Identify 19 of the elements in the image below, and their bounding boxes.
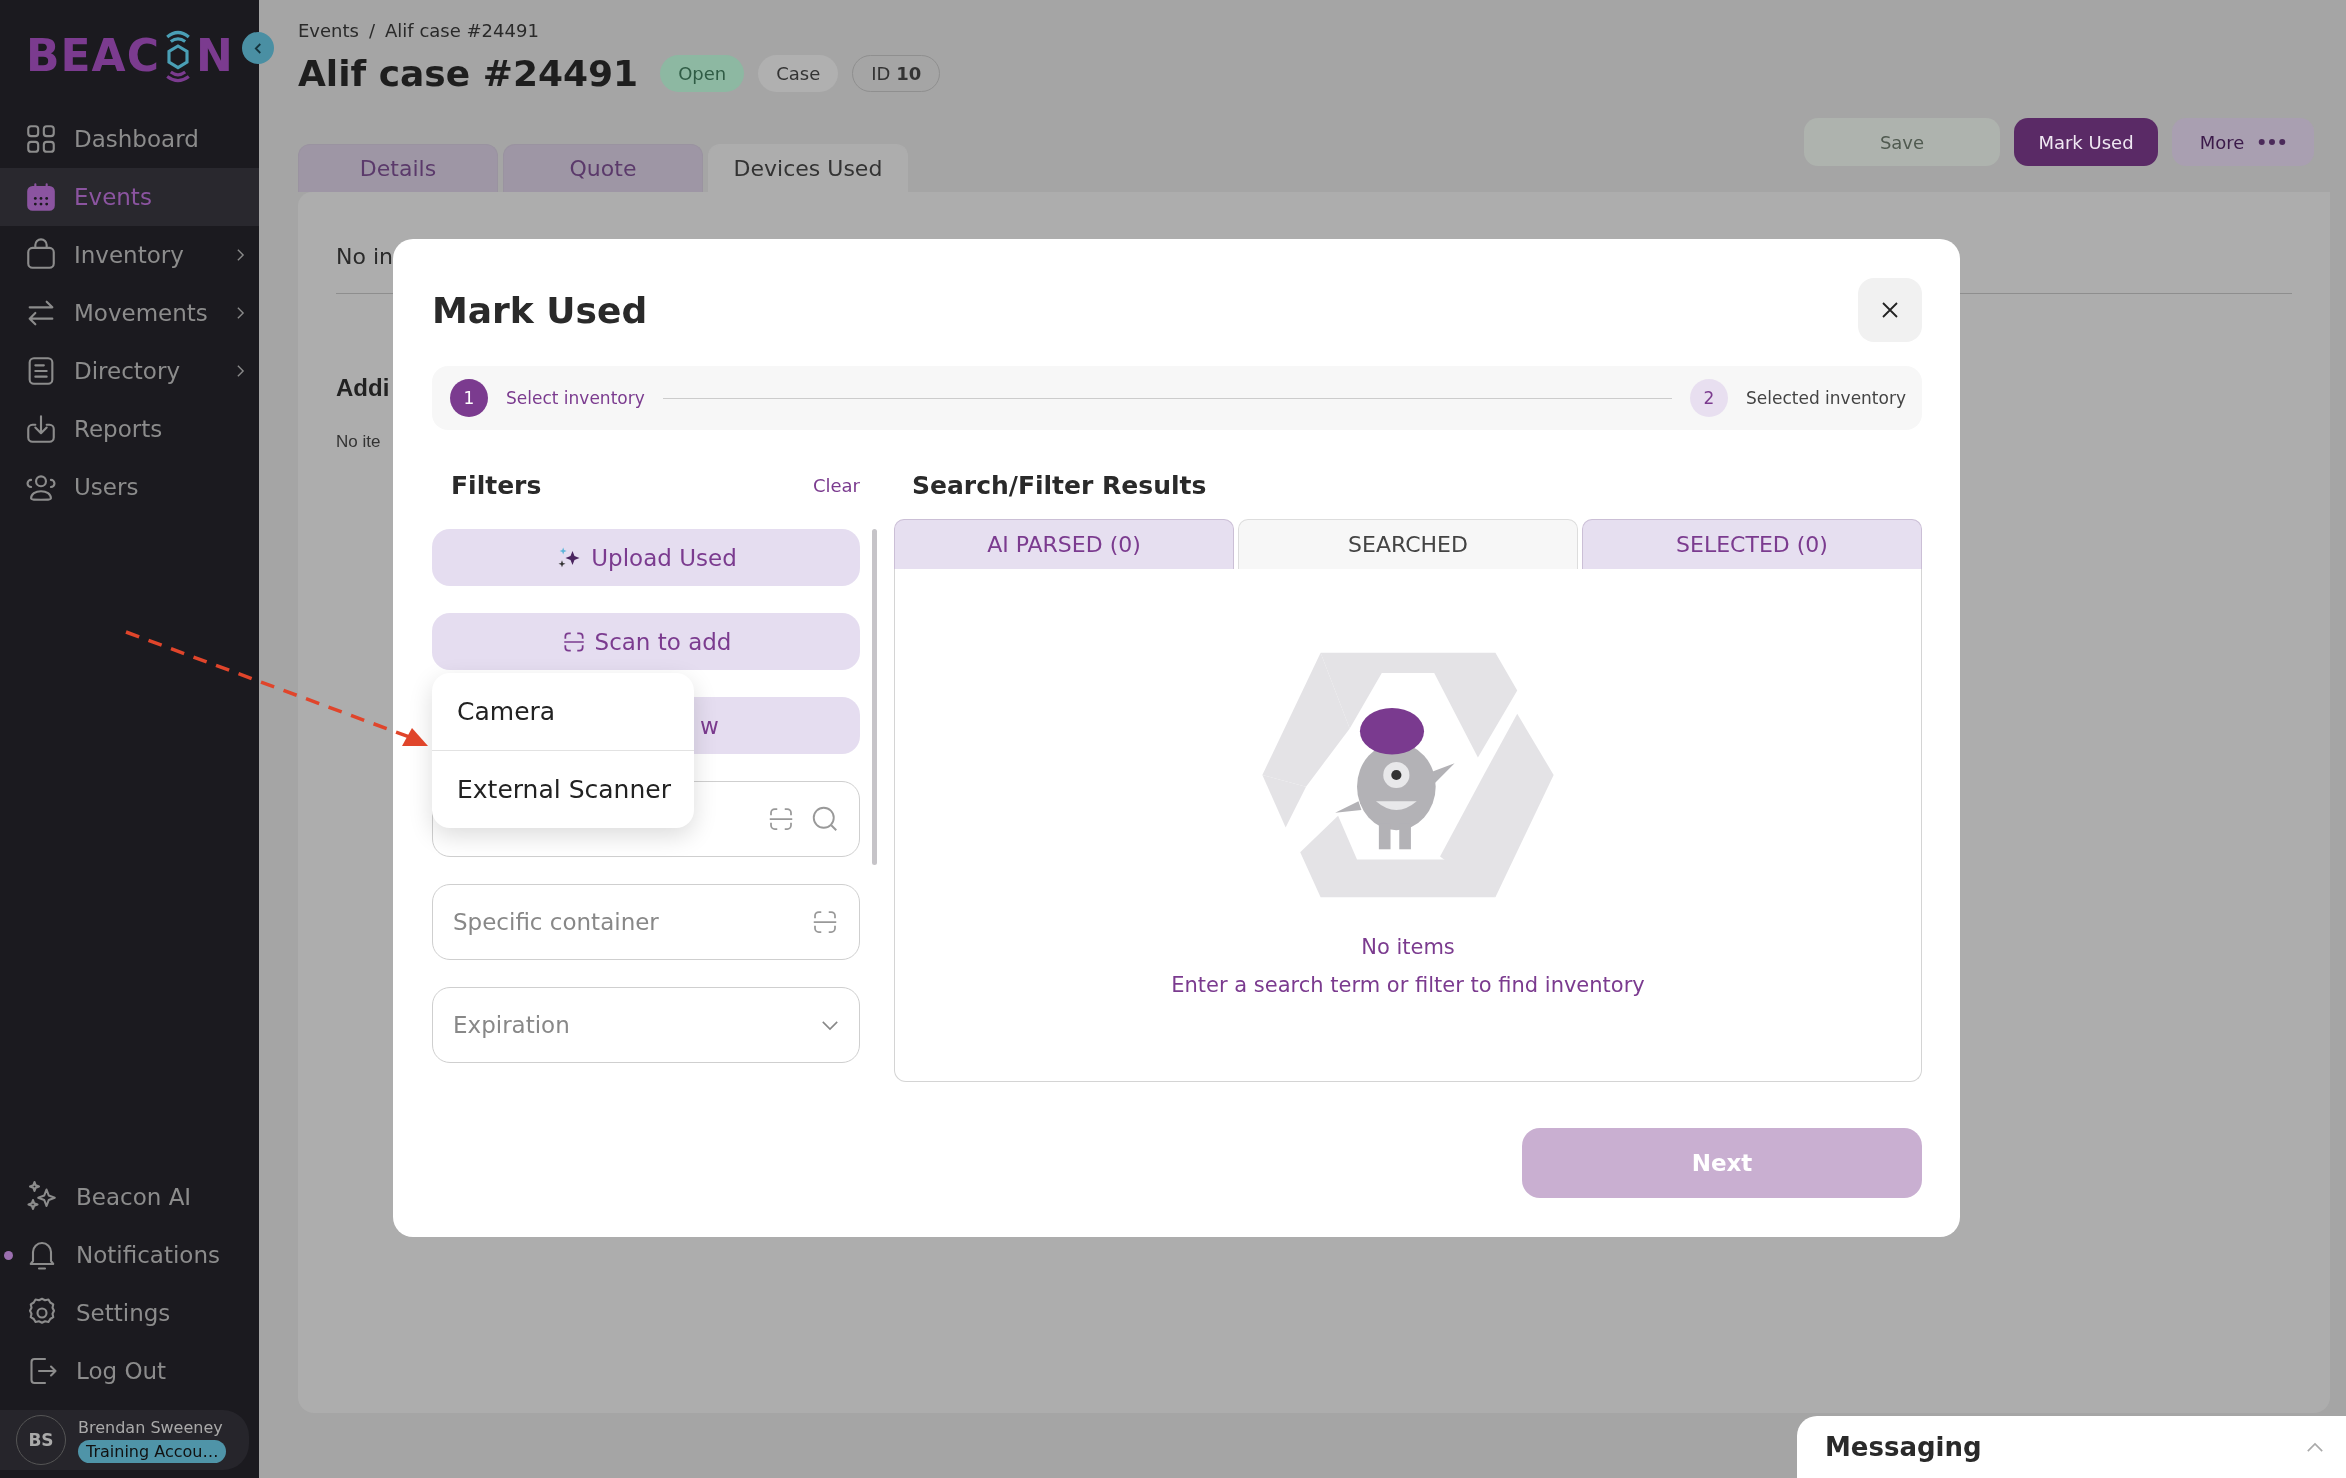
step: 2 Selected inventory <box>1690 379 1906 417</box>
content-text: No in <box>336 244 393 269</box>
user-avatar: BS <box>16 1415 66 1465</box>
user-name: Brendan Sweeney <box>78 1417 224 1437</box>
content-text: No ite <box>336 432 381 452</box>
messaging-title: Messaging <box>1825 1432 1982 1462</box>
results-heading: Search/Filter Results <box>911 469 1208 502</box>
badge: Case <box>758 55 839 92</box>
step: 1 Select inventory <box>450 379 645 417</box>
filters-heading: Filters <box>451 470 542 500</box>
badge: Open <box>660 55 745 92</box>
beacon-logo: BEAC N <box>26 28 234 83</box>
breadcrumb-separator: / <box>368 20 376 41</box>
empty-state-message: Enter a search term or filter to find inventory <box>1171 973 1645 997</box>
dialog-title: Mark Used <box>432 289 648 331</box>
empty-state-title: No items <box>1361 935 1455 959</box>
section-heading: Addi <box>336 374 390 402</box>
page-title: Alif case #24491 <box>298 53 639 94</box>
account-badge: Training Accou… <box>78 1439 227 1463</box>
